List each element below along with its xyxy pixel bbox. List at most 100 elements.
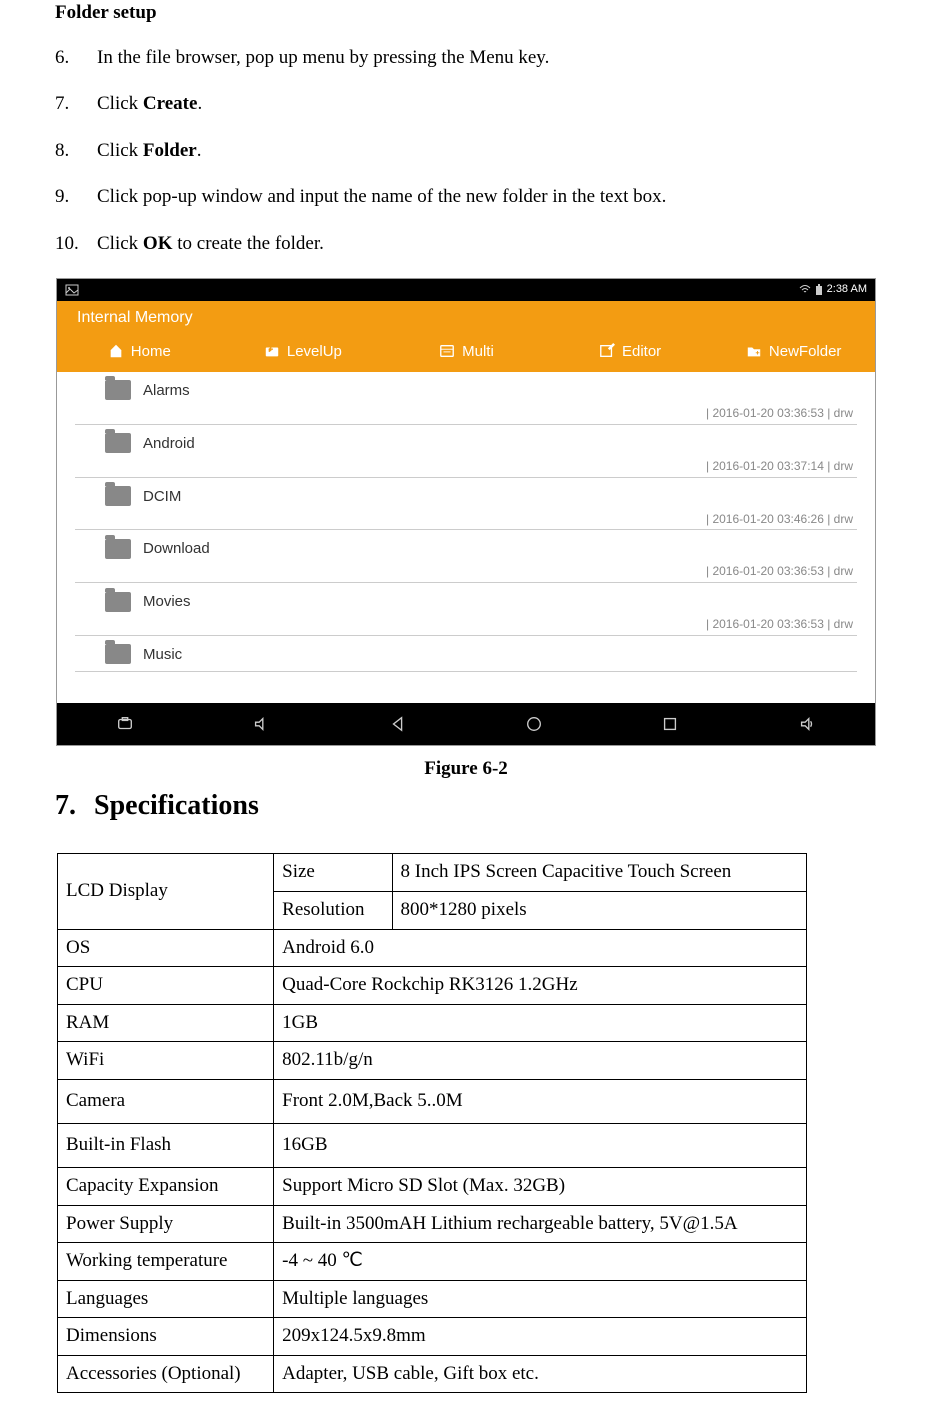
android-nav-bar: [57, 703, 875, 745]
file-item[interactable]: DCIM | 2016-01-20 03:46:26 | drw: [75, 478, 857, 531]
file-item[interactable]: Android | 2016-01-20 03:37:14 | drw: [75, 425, 857, 478]
table-cell: Size: [274, 854, 392, 892]
table-cell: Quad-Core Rockchip RK3126 1.2GHz: [274, 967, 807, 1005]
table-cell: Built-in 3500mAH Lithium rechargeable ba…: [274, 1205, 807, 1243]
toolbar-levelup[interactable]: LevelUp: [221, 341, 385, 362]
table-cell: 802.11b/g/n: [274, 1042, 807, 1080]
home-icon[interactable]: [525, 715, 543, 733]
table-cell: -4 ~ 40 ℃: [274, 1243, 807, 1281]
specifications-table: LCD DisplaySize8 Inch IPS Screen Capacit…: [57, 853, 807, 1393]
back-icon[interactable]: [389, 715, 407, 733]
table-cell: Capacity Expansion: [58, 1167, 274, 1205]
toolbar-label: NewFolder: [769, 341, 842, 362]
folder-icon: [105, 433, 131, 453]
volume-down-icon[interactable]: [252, 715, 270, 733]
table-cell: Camera: [58, 1079, 274, 1123]
table-cell: Support Micro SD Slot (Max. 32GB): [274, 1167, 807, 1205]
toolbar-label: Editor: [622, 341, 661, 362]
figure-caption: Figure 6-2: [55, 756, 877, 783]
table-cell: LCD Display: [58, 854, 274, 929]
file-name: DCIM: [143, 486, 181, 507]
step-item: 6.In the file browser, pop up menu by pr…: [55, 45, 877, 72]
table-row: Accessories (Optional)Adapter, USB cable…: [58, 1355, 807, 1393]
table-row: CameraFront 2.0M,Back 5..0M: [58, 1079, 807, 1123]
editor-icon: [598, 343, 616, 359]
toolbar-editor[interactable]: Editor: [548, 341, 712, 362]
file-name: Alarms: [143, 380, 190, 401]
battery-icon: [815, 284, 823, 296]
table-cell: Power Supply: [58, 1205, 274, 1243]
file-name: Android: [143, 433, 195, 454]
file-item[interactable]: Download | 2016-01-20 03:36:53 | drw: [75, 530, 857, 583]
home-icon: [107, 343, 125, 359]
file-list: Alarms | 2016-01-20 03:36:53 | drw Andro…: [57, 372, 875, 672]
table-cell: Dimensions: [58, 1318, 274, 1356]
file-metadata: | 2016-01-20 03:36:53 | drw: [75, 405, 857, 422]
table-row: CPUQuad-Core Rockchip RK3126 1.2GHz: [58, 967, 807, 1005]
table-cell: Multiple languages: [274, 1280, 807, 1318]
folder-icon: [105, 380, 131, 400]
file-name: Download: [143, 538, 210, 559]
recent-icon[interactable]: [661, 715, 679, 733]
table-cell: Resolution: [274, 891, 392, 929]
toolbar-label: LevelUp: [287, 341, 342, 362]
toolbar-label: Home: [131, 341, 171, 362]
table-cell: Built-in Flash: [58, 1123, 274, 1167]
volume-up-icon[interactable]: [798, 715, 816, 733]
step-text: Click pop-up window and input the name o…: [97, 184, 877, 211]
step-item: 9.Click pop-up window and input the name…: [55, 184, 877, 211]
gallery-icon: [65, 284, 79, 296]
step-item: 7.Click Create.: [55, 91, 877, 118]
table-cell: CPU: [58, 967, 274, 1005]
folder-icon: [105, 592, 131, 612]
folder-icon: [105, 644, 131, 664]
table-row: Power SupplyBuilt-in 3500mAH Lithium rec…: [58, 1205, 807, 1243]
newfolder-icon: [745, 343, 763, 359]
table-cell: OS: [58, 929, 274, 967]
multi-icon: [438, 343, 456, 359]
table-row: OSAndroid 6.0: [58, 929, 807, 967]
table-cell: 8 Inch IPS Screen Capacitive Touch Scree…: [392, 854, 806, 892]
file-item[interactable]: Movies | 2016-01-20 03:36:53 | drw: [75, 583, 857, 636]
step-number: 7.: [55, 91, 97, 118]
step-text: In the file browser, pop up menu by pres…: [97, 45, 877, 72]
table-cell: Adapter, USB cable, Gift box etc.: [274, 1355, 807, 1393]
table-cell: 16GB: [274, 1123, 807, 1167]
file-browser-toolbar: Home LevelUp Multi Editor NewFolder: [57, 335, 875, 372]
step-item: 10.Click OK to create the folder.: [55, 231, 877, 258]
table-cell: Android 6.0: [274, 929, 807, 967]
table-cell: Front 2.0M,Back 5..0M: [274, 1079, 807, 1123]
file-browser-title: Internal Memory: [57, 301, 875, 335]
section-title-folder-setup: Folder setup: [55, 0, 877, 27]
toolbar-newfolder[interactable]: NewFolder: [711, 341, 875, 362]
step-text: Click Folder.: [97, 138, 877, 165]
table-row: LCD DisplaySize8 Inch IPS Screen Capacit…: [58, 854, 807, 892]
file-metadata: | 2016-01-20 03:37:14 | drw: [75, 458, 857, 475]
step-number: 8.: [55, 138, 97, 165]
heading-text: Specifications: [94, 786, 259, 825]
file-name: Movies: [143, 591, 191, 612]
step-number: 10.: [55, 231, 97, 258]
toolbar-label: Multi: [462, 341, 494, 362]
step-text: Click OK to create the folder.: [97, 231, 877, 258]
toolbar-home[interactable]: Home: [57, 341, 221, 362]
folder-icon: [105, 539, 131, 559]
table-row: Built-in Flash16GB: [58, 1123, 807, 1167]
table-cell: Accessories (Optional): [58, 1355, 274, 1393]
status-time: 2:38 AM: [827, 282, 867, 297]
table-row: RAM1GB: [58, 1004, 807, 1042]
folder-icon: [105, 486, 131, 506]
file-item[interactable]: Alarms | 2016-01-20 03:36:53 | drw: [75, 372, 857, 425]
toolbar-multi[interactable]: Multi: [384, 341, 548, 362]
file-item[interactable]: Music: [75, 636, 857, 672]
file-metadata: | 2016-01-20 03:46:26 | drw: [75, 511, 857, 528]
table-row: Working temperature-4 ~ 40 ℃: [58, 1243, 807, 1281]
table-row: WiFi802.11b/g/n: [58, 1042, 807, 1080]
table-cell: RAM: [58, 1004, 274, 1042]
table-cell: Languages: [58, 1280, 274, 1318]
screenshot-icon[interactable]: [116, 715, 134, 733]
android-screenshot: 2:38 AM Internal Memory Home LevelUp Multi…: [56, 278, 876, 746]
folder-steps-list: 6.In the file browser, pop up menu by pr…: [55, 45, 877, 258]
step-number: 9.: [55, 184, 97, 211]
step-item: 8.Click Folder.: [55, 138, 877, 165]
